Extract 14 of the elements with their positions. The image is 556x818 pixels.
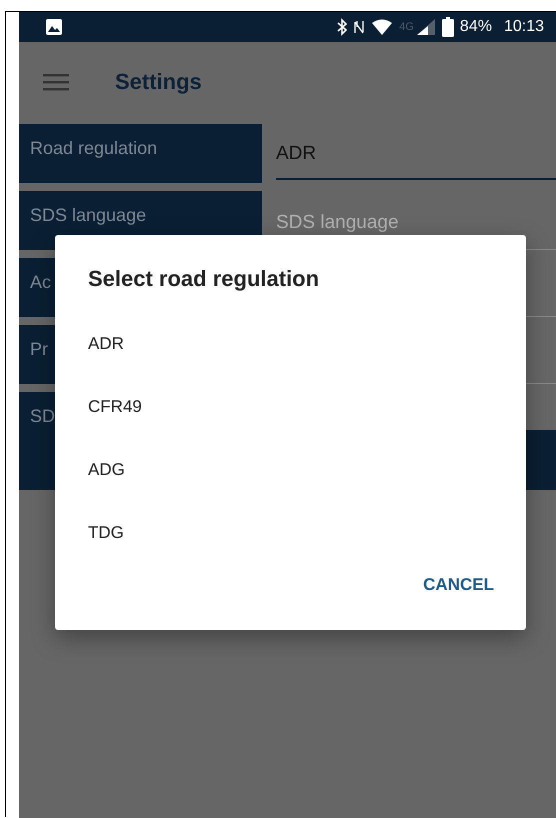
battery-level: 84%	[460, 18, 492, 36]
bluetooth-icon	[337, 18, 348, 36]
clock: 10:13	[504, 18, 544, 36]
cancel-button[interactable]: CANCEL	[423, 569, 494, 601]
signal-icon	[416, 18, 436, 36]
setting-label: Road regulation	[19, 124, 262, 183]
menu-icon[interactable]	[43, 72, 69, 92]
network-type: 4G	[399, 21, 414, 33]
app-title: Settings	[115, 69, 202, 95]
battery-icon	[442, 17, 454, 37]
option-item[interactable]: TDG	[88, 501, 494, 564]
wifi-icon	[371, 19, 394, 35]
nfc-icon	[353, 18, 366, 36]
image-icon	[45, 18, 63, 36]
